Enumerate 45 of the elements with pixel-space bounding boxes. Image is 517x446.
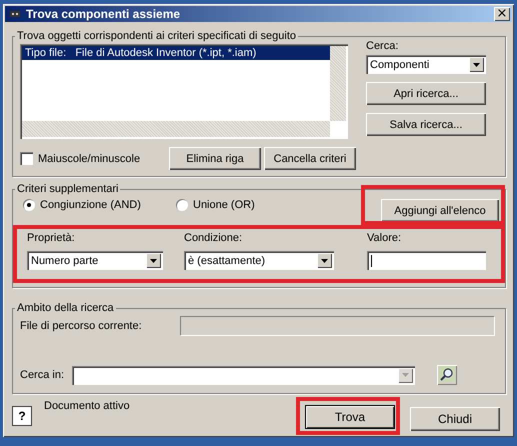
- condition-dropdown[interactable]: è (esattamente): [184, 251, 334, 270]
- close-button[interactable]: ×: [494, 7, 510, 21]
- checkbox-label: Maiuscole/minuscole: [38, 152, 140, 164]
- add-button[interactable]: Aggiungi all'elenco: [381, 199, 499, 222]
- caret-icon: [321, 258, 328, 262]
- radio-button[interactable]: [176, 199, 188, 211]
- app-icon: [9, 9, 21, 19]
- status-text: Documento attivo: [44, 400, 130, 412]
- property-label: Proprietà:: [27, 232, 76, 244]
- condition-label: Condizione:: [184, 232, 244, 244]
- help-button[interactable]: ?: [12, 406, 32, 426]
- vertical-scrollbar[interactable]: [330, 46, 346, 121]
- case-checkbox[interactable]: Maiuscole/minuscole: [20, 152, 166, 165]
- list-row[interactable]: Tipo file: File di Autodesk Inventor (*.ipt, *.iam): [22, 46, 330, 60]
- look-in-dropdown[interactable]: [72, 366, 416, 384]
- group-title: Trova oggetti corrispondenti ai criteri specificati di seguito: [16, 30, 298, 42]
- group-title: Ambito della ricerca: [16, 302, 115, 314]
- dialog-button[interactable]: Chiudi: [410, 407, 500, 431]
- dialog-button[interactable]: Trova: [305, 405, 395, 429]
- browse-button[interactable]: [437, 365, 458, 385]
- side-button[interactable]: Apri ricerca...: [366, 82, 486, 105]
- magnifier-icon: [439, 366, 456, 382]
- horizontal-scrollbar[interactable]: [22, 121, 330, 137]
- radio-label: Unione (OR): [193, 199, 255, 211]
- value-field[interactable]: [367, 251, 486, 270]
- radio-button[interactable]: [23, 199, 35, 211]
- radio-option[interactable]: Unione (OR): [176, 199, 326, 211]
- row-button[interactable]: Elimina riga: [169, 147, 261, 170]
- caret-icon: [402, 373, 410, 377]
- radio-label: Congiunzione (AND): [40, 199, 141, 211]
- path-label: File di percorso corrente:: [20, 320, 143, 332]
- radio-option[interactable]: Congiunzione (AND): [23, 199, 173, 211]
- caret-icon: [150, 258, 157, 262]
- row-button[interactable]: Cancella criteri: [264, 147, 356, 170]
- window-title: Trova componenti assieme: [26, 7, 182, 21]
- value-label: Valore:: [367, 232, 402, 244]
- caret-icon: [473, 62, 480, 66]
- property-dropdown[interactable]: Numero parte: [27, 251, 163, 270]
- look-in-label: Cerca in:: [20, 369, 64, 381]
- criteria-list[interactable]: Tipo file: File di Autodesk Inventor (*.ipt, *.iam): [20, 44, 348, 139]
- group-title: Criteri supplementari: [16, 183, 120, 195]
- search-label: Cerca:: [366, 40, 400, 52]
- side-button[interactable]: Salva ricerca...: [366, 113, 486, 136]
- checkbox[interactable]: [20, 152, 33, 165]
- search-dropdown[interactable]: Componenti: [366, 55, 486, 74]
